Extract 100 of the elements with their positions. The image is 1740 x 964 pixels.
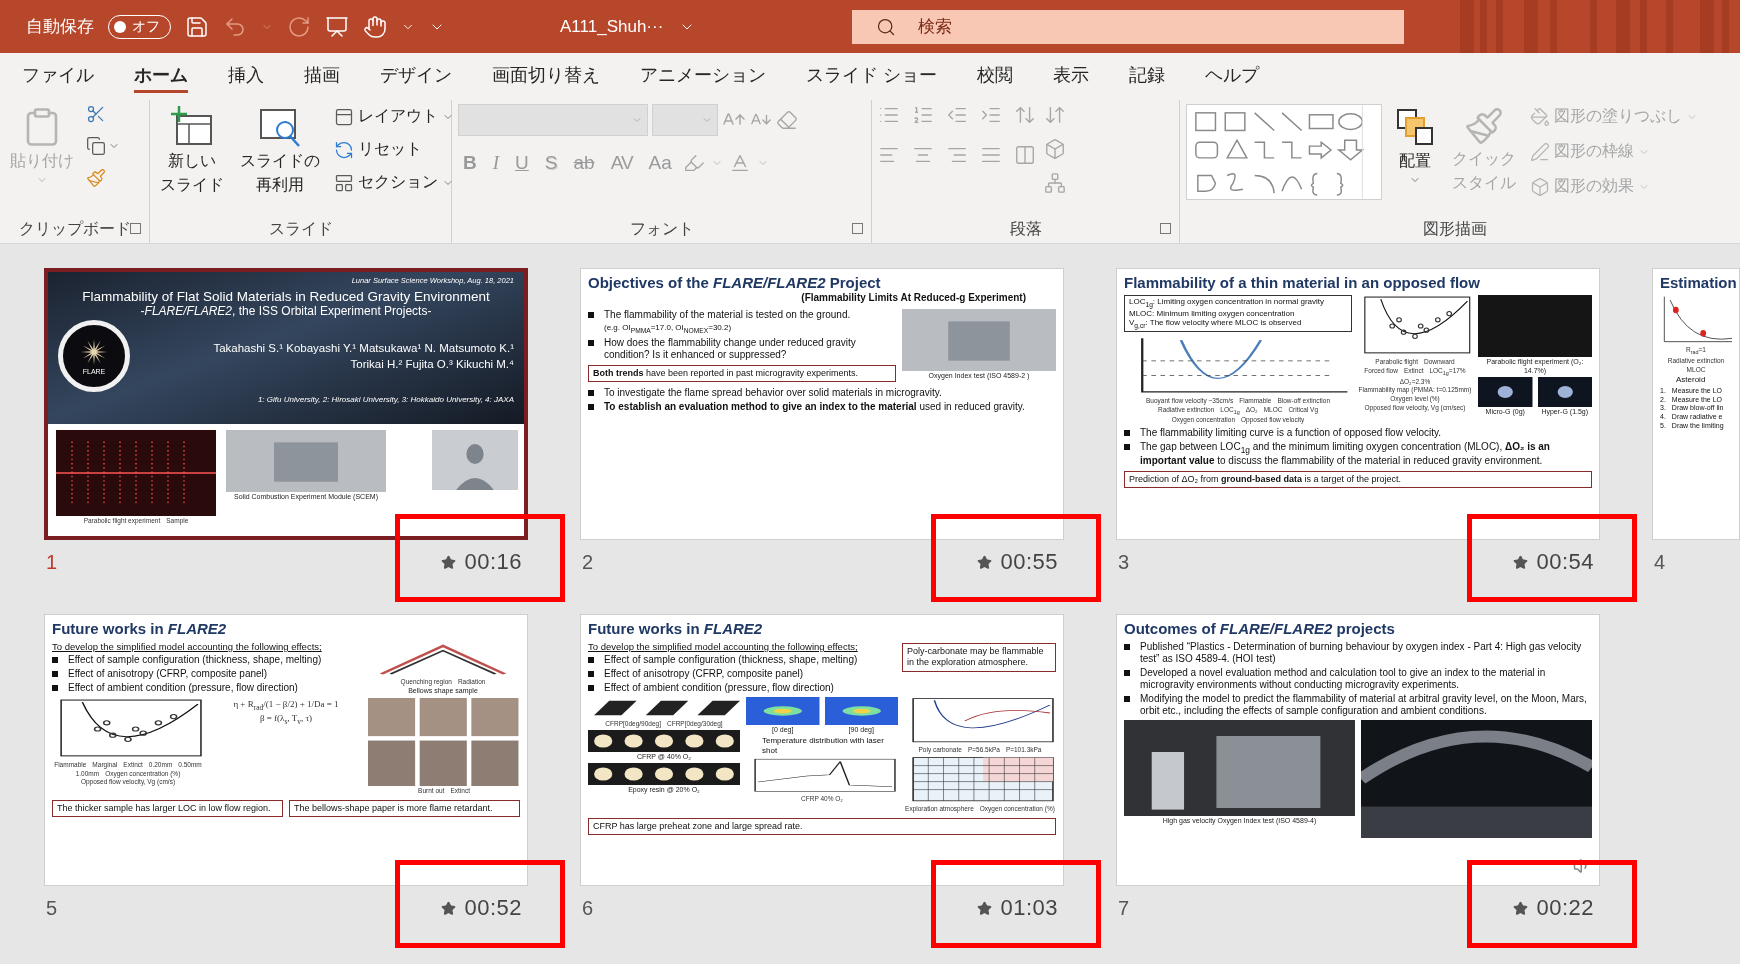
ribbon-tab[interactable]: 描画 — [304, 56, 340, 93]
author-line: Torikai H.² Fujita O.³ Kikuchi M.⁴ — [350, 358, 514, 370]
section-button[interactable]: セクション — [332, 170, 456, 195]
highlighter-icon[interactable] — [682, 152, 705, 174]
slide-number: 2 — [582, 550, 594, 574]
definition-line: MLOC: Minimum limiting oxygen concentration — [1129, 308, 1296, 319]
font-size-field[interactable] — [652, 104, 718, 136]
slide-title: Future works in FLARE2 — [588, 620, 764, 638]
bullet-text: The gap between LOC$_{1g}$ and the minimum limiting oxygen concentration (MLOC), ΔO₂ is an important value to discuss the flammability of the material in reduced gravity environment. — [1140, 441, 1551, 468]
equation-text: η + R$_{rad}$/(1 − β/2) + 1/Da = 1 — [233, 698, 339, 712]
callout: CFRP has large preheat zone and large spread rate. — [588, 818, 1056, 836]
cube-icon — [1530, 176, 1550, 197]
reset-icon — [334, 139, 354, 160]
bullet-text: Effect of sample configuration (thickness, shape, melting) — [68, 654, 322, 667]
callout: The bellows-shape paper is more flame retardant. — [289, 799, 520, 817]
slide-text: Temperature distribution with laser shot — [761, 736, 885, 756]
slide-timing: 01:03 — [1000, 895, 1058, 921]
file-name: A111_Shuh··· — [560, 16, 664, 37]
slide-number: 5 — [46, 896, 58, 920]
group-label: 段落 — [1009, 218, 1042, 239]
new-slide-button[interactable]: 新しい スライド — [156, 104, 228, 198]
bullet-text: Effect of ambient condition (pressure, flow direction) — [604, 682, 834, 695]
animation-star-icon — [441, 900, 457, 916]
callout: Poly-carbonate may be flammable in the exploration atmosphere. — [902, 643, 1056, 672]
dialog-launcher-icon[interactable] — [852, 223, 863, 234]
slide-thumbnail[interactable] — [44, 268, 528, 540]
search-icon — [876, 16, 896, 37]
redo-icon[interactable] — [287, 14, 311, 39]
ribbon-tab[interactable]: アニメーション — [640, 56, 766, 93]
ribbon-tab[interactable]: スライド ショー — [806, 56, 937, 93]
reuse-slides-icon — [257, 106, 303, 148]
slide-subtitle: (Flammability Limits At Reduced-g Experiment) — [800, 292, 1027, 303]
reuse-slides-button[interactable]: スライドの 再利用 — [236, 104, 324, 198]
animation-star-icon — [441, 554, 457, 570]
slide-title: Outcomes of FLARE/FLARE2 projects — [1124, 620, 1396, 638]
presentation-icon[interactable] — [325, 14, 349, 39]
presentation-subtitle: -FLARE/FLARE2, the ISS Orbital Experiment Projects- — [139, 304, 433, 318]
ribbon-tab[interactable]: ヘルプ — [1205, 56, 1259, 93]
brush-icon — [1464, 106, 1504, 146]
group-label: フォント — [629, 218, 694, 239]
dialog-launcher-icon[interactable] — [1160, 223, 1171, 234]
animation-star-icon — [977, 900, 993, 916]
layout-button[interactable]: レイアウト — [332, 104, 456, 129]
bullet-text: The flammability of the material is tested on the ground. — [604, 309, 851, 321]
copy-icon[interactable] — [86, 136, 106, 156]
clear-formatting-icon[interactable] — [776, 109, 798, 131]
ribbon-tab[interactable]: 挿入 — [228, 56, 264, 93]
bullet-text: Developed a novel evaluation method and calculation tool to give an index to the material in microgravity environments without conducting microgravity experiments. — [1140, 667, 1547, 691]
ribbon-tab[interactable]: デザイン — [380, 56, 452, 93]
dialog-launcher-icon[interactable] — [130, 223, 141, 234]
cut-icon[interactable] — [86, 104, 106, 124]
arrange-icon — [1394, 106, 1436, 148]
slide-timing: 00:52 — [464, 895, 522, 921]
slide-title: Future works in FLARE2 — [52, 620, 228, 638]
slide-timing: 00:55 — [1000, 549, 1058, 575]
pen-icon — [1530, 141, 1550, 162]
affiliations-text: 1: Gifu University, 2: Hirosaki University, 3: Hokkaido University, 4: JAXA — [257, 395, 514, 404]
text-direction-icon[interactable] — [1044, 104, 1066, 126]
bullet-text: Published “Plastics - Determination of burning behaviour by oxygen index - Part 4: High gas velocity test” as ISO 4589-4. (HOI test) — [1140, 641, 1583, 665]
bullet-text: How does the flammability change under reduced gravity condition? Is it enhanced or suppressed? — [604, 336, 857, 361]
arrange-button[interactable]: 配置 — [1390, 104, 1440, 188]
callout: Both trends have been reported in past microgravity experiments. — [588, 364, 896, 382]
ribbon-tab[interactable]: 記録 — [1129, 56, 1165, 93]
photo-placeholder — [1478, 377, 1533, 408]
line-spacing-icon[interactable] — [1014, 104, 1036, 126]
ribbon-tab[interactable]: ファイル — [22, 56, 94, 93]
ribbon-tab[interactable]: 画面切り替え — [492, 56, 600, 93]
ribbon-tab[interactable]: ホーム — [134, 56, 188, 93]
reset-button[interactable]: リセット — [332, 137, 456, 162]
slide-text: To develop the simplified model accounting the following effects; — [588, 641, 859, 653]
section-icon — [334, 172, 354, 193]
smartart-icon[interactable] — [1044, 172, 1066, 194]
layout-icon — [334, 106, 354, 127]
callout: Prediction of ΔO₂ from ground-based data is a target of the project. — [1124, 471, 1592, 489]
columns-icon[interactable] — [1014, 144, 1036, 166]
equation-text: β = f(λ$_{s}$, T$_{v}$, τ) — [259, 712, 313, 726]
slide-number: 4 — [1654, 550, 1666, 574]
slide-timing: 00:16 — [464, 549, 522, 575]
bullet-text: Effect of anisotropy (CFRP, composite panel) — [604, 668, 804, 681]
search-field[interactable]: 検索 — [852, 9, 1404, 44]
callout: The thicker sample has larger LOC in low flow region. — [52, 799, 283, 817]
save-icon[interactable] — [185, 14, 209, 39]
slide-number: 7 — [1118, 896, 1130, 920]
animation-star-icon — [1513, 554, 1529, 570]
ribbon-tab[interactable]: 校閲 — [977, 56, 1013, 93]
autosave-label: 自動保存 — [26, 16, 94, 38]
slide-number: 3 — [1118, 550, 1130, 574]
definition-line: LOC$_{1g}$: Limiting oxygen concentration in normal gravity — [1129, 297, 1326, 309]
bullet-mark — [588, 312, 594, 318]
slide-text: To develop the simplified model accounting the following effects; — [52, 641, 323, 653]
ribbon-tab[interactable]: 表示 — [1053, 56, 1089, 93]
shapes-gallery[interactable] — [1186, 104, 1382, 200]
slide-timing: 00:22 — [1536, 895, 1594, 921]
format-painter-icon[interactable] — [86, 168, 106, 188]
new-slide-icon — [169, 106, 215, 148]
bullet-text: Effect of ambient condition (pressure, flow direction) — [68, 682, 298, 695]
bullet-text: The flammability limiting curve is a function of opposed flow velocity. — [1140, 427, 1442, 440]
touch-mode-icon[interactable] — [363, 14, 387, 39]
group-label: スライド — [268, 218, 333, 239]
numbered-list-icon[interactable] — [912, 104, 934, 126]
